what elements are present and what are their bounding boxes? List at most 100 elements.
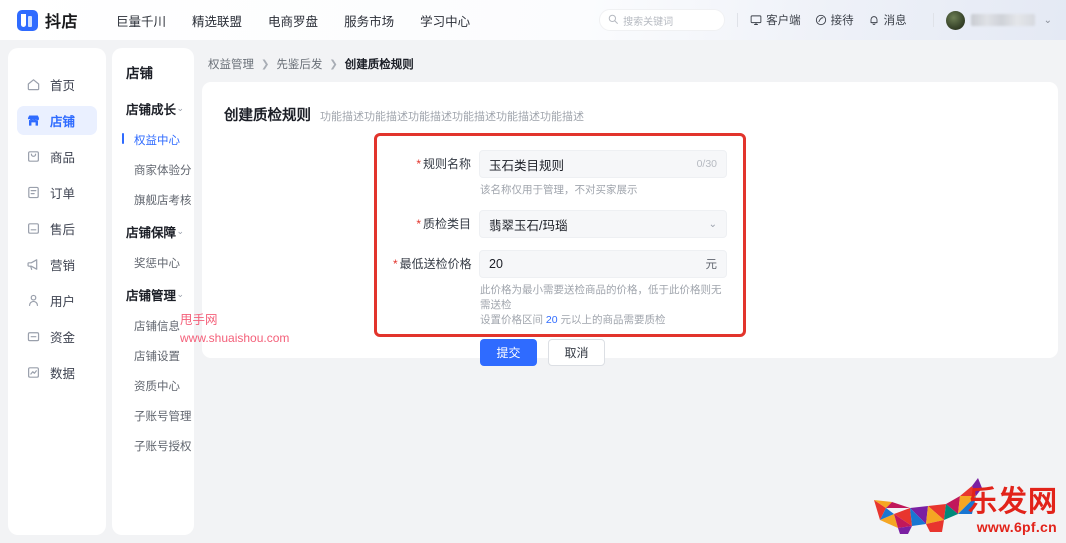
card-header: 创建质检规则 功能描述功能描述功能描述功能描述功能描述功能描述 — [224, 104, 1058, 125]
sidebar-item-qualification-center[interactable]: 资质中心 — [112, 371, 194, 401]
top-header: 抖店 巨量千川 精选联盟 电商罗盘 服务市场 学习中心 搜索关键词 客户端 接待… — [0, 0, 1066, 40]
hint-prefix: 设置价格区间 — [480, 314, 546, 326]
topnav-item-0[interactable]: 巨量千川 — [116, 11, 166, 30]
page-description: 功能描述功能描述功能描述功能描述功能描述功能描述 — [320, 111, 584, 123]
min-price-input[interactable]: 20 元 — [479, 250, 727, 278]
sidebar-item-marketing[interactable]: 营销 — [17, 250, 97, 279]
breadcrumb-item-rights-management[interactable]: 权益管理 — [208, 56, 254, 72]
breadcrumb-separator-icon: ❯ — [261, 58, 270, 70]
sidebar-item-label-home: 首页 — [50, 79, 76, 93]
avatar[interactable] — [945, 10, 965, 30]
watermark-shuaishou-url: www.shuaishou.com — [180, 331, 290, 345]
sidebar-item-reward-punish-center[interactable]: 奖惩中心 — [112, 248, 194, 278]
sidebar-item-subaccount-management[interactable]: 子账号管理 — [112, 401, 194, 431]
watermark-lefa-logo: 乐发网 www.6pf.cn — [872, 472, 1062, 538]
min-price-hint: 此价格为最小需要送检商品的价格，低于此价格则无需送检 设置价格区间 20 元以上… — [479, 278, 727, 328]
topnav-item-3[interactable]: 服务市场 — [344, 11, 394, 30]
chevron-down-icon: ⌄ — [708, 218, 717, 230]
rule-name-counter: 0/30 — [696, 158, 717, 170]
sidebar-item-order[interactable]: 订单 — [17, 178, 97, 207]
menu-group-shop-guarantee[interactable]: 店铺保障 ⌄ — [112, 215, 194, 248]
search-input[interactable]: 搜索关键词 — [599, 9, 726, 31]
category-control: 翡翠玉石/玛瑙 ⌄ — [479, 210, 727, 238]
sidebar-item-fund[interactable]: 资金 — [17, 322, 97, 351]
required-asterisk-icon: * — [416, 217, 421, 231]
header-divider-1 — [737, 13, 739, 27]
sidebar-item-label-fund: 资金 — [50, 331, 76, 345]
sidebar-item-flagship-assessment[interactable]: 旗舰店考核 — [112, 185, 194, 215]
search-icon — [608, 11, 618, 29]
brand-name: 抖店 — [45, 14, 79, 31]
rule-name-control: 玉石类目规则 0/30 该名称仅用于管理，不对买家展示 — [479, 150, 727, 198]
min-price-unit: 元 — [705, 259, 718, 271]
secondary-sidebar: 店铺 店铺成长 ⌄ 权益中心 商家体验分 旗舰店考核 店铺保障 ⌄ 奖惩中心 店… — [112, 48, 194, 535]
quality-rule-form: * 规则名称 玉石类目规则 0/30 该名称仅用于管理，不对买家展示 * 质检类目 … — [374, 133, 746, 366]
message-button[interactable]: 消息 — [868, 12, 907, 28]
menu-group-label: 店铺管理 — [126, 289, 177, 303]
topnav-item-2[interactable]: 电商罗盘 — [268, 11, 318, 30]
sidebar-item-home[interactable]: 首页 — [17, 70, 97, 99]
chart-icon — [26, 365, 41, 380]
min-price-label: * 最低送检价格 — [393, 257, 472, 271]
search-placeholder: 搜索关键词 — [623, 16, 674, 28]
megaphone-icon — [26, 257, 41, 272]
sidebar-item-label-aftersale: 售后 — [50, 223, 76, 237]
brand-logo[interactable]: 抖店 — [17, 8, 78, 32]
headset-icon — [815, 14, 827, 26]
menu-group-shop-management[interactable]: 店铺管理 ⌄ — [112, 278, 194, 311]
top-nav: 巨量千川 精选联盟 电商罗盘 服务市场 学习中心 — [116, 11, 470, 30]
sidebar-item-data[interactable]: 数据 — [17, 358, 97, 387]
chevron-down-icon: ⌄ — [176, 289, 184, 299]
fund-icon — [26, 329, 41, 344]
page-title: 创建质检规则 — [224, 108, 311, 124]
sidebar-item-goods[interactable]: 商品 — [17, 142, 97, 171]
watermark-logo-url: www.6pf.cn — [976, 519, 1057, 535]
client-label: 客户端 — [766, 15, 801, 27]
sidebar-item-label-marketing: 营销 — [50, 259, 76, 273]
min-price-hint-line2: 设置价格区间 20 元以上的商品需要质检 — [480, 313, 727, 328]
sidebar-item-label-user: 用户 — [50, 295, 76, 309]
breadcrumb-current: 创建质检规则 — [344, 59, 414, 71]
sidebar-item-aftersale[interactable]: 售后 — [17, 214, 97, 243]
chevron-down-icon[interactable]: ⌄ — [1044, 15, 1052, 26]
menu-group-shop-growth[interactable]: 店铺成长 ⌄ — [112, 92, 194, 125]
aftersale-icon — [26, 221, 41, 236]
reception-button[interactable]: 接待 — [815, 12, 854, 28]
hint-price-number: 20 — [545, 314, 558, 326]
shop-icon — [26, 113, 41, 128]
sidebar-item-subaccount-authorization[interactable]: 子账号授权 — [112, 431, 194, 461]
monitor-icon — [750, 14, 762, 26]
rule-name-value: 玉石类目规则 — [489, 158, 565, 173]
sidebar-item-merchant-score[interactable]: 商家体验分 — [112, 155, 194, 185]
header-right-actions: 搜索关键词 客户端 接待 消息 ⌄ — [599, 0, 1052, 40]
doudian-logo-icon — [17, 9, 38, 31]
watermark-shuaishou: 甩手网 www.shuaishou.com — [180, 311, 289, 347]
app-root: 抖店 巨量千川 精选联盟 电商罗盘 服务市场 学习中心 搜索关键词 客户端 接待… — [0, 0, 1066, 543]
client-button[interactable]: 客户端 — [750, 12, 801, 28]
sidebar-item-user[interactable]: 用户 — [17, 286, 97, 315]
message-label: 消息 — [883, 15, 907, 27]
watermark-shuaishou-name: 甩手网 — [180, 313, 218, 327]
topnav-item-1[interactable]: 精选联盟 — [192, 11, 242, 30]
topnav-item-4[interactable]: 学习中心 — [420, 11, 470, 30]
sidebar-item-rights-center[interactable]: 权益中心 — [112, 125, 194, 155]
form-row-category: * 质检类目 翡翠玉石/玛瑙 ⌄ — [377, 198, 743, 238]
form-row-rule-name: * 规则名称 玉石类目规则 0/30 该名称仅用于管理，不对买家展示 — [377, 136, 743, 198]
min-price-control: 20 元 此价格为最小需要送检商品的价格，低于此价格则无需送检 设置价格区间 2… — [479, 250, 727, 366]
breadcrumb-separator-icon: ❯ — [329, 58, 338, 70]
goods-icon — [26, 149, 41, 164]
menu-group-label: 店铺成长 — [126, 103, 177, 117]
primary-sidebar: 首页 店铺 商品 订单 售后 营销 用户 资金 数据 — [8, 48, 106, 535]
category-label: * 质检类目 — [416, 217, 471, 231]
submit-button[interactable]: 提交 — [480, 339, 537, 366]
sidebar-item-shop[interactable]: 店铺 — [17, 106, 97, 135]
min-price-value: 20 — [489, 257, 503, 271]
category-select[interactable]: 翡翠玉石/玛瑙 ⌄ — [479, 210, 727, 238]
cancel-button[interactable]: 取消 — [548, 339, 605, 366]
user-name — [970, 14, 1035, 26]
watermark-logo-cn: 乐发网 — [967, 484, 1058, 518]
breadcrumb-item-inspect-before-ship[interactable]: 先鉴后发 — [276, 56, 322, 72]
rule-name-input[interactable]: 玉石类目规则 0/30 — [479, 150, 727, 178]
required-asterisk-icon: * — [416, 157, 421, 171]
reception-label: 接待 — [830, 15, 854, 27]
